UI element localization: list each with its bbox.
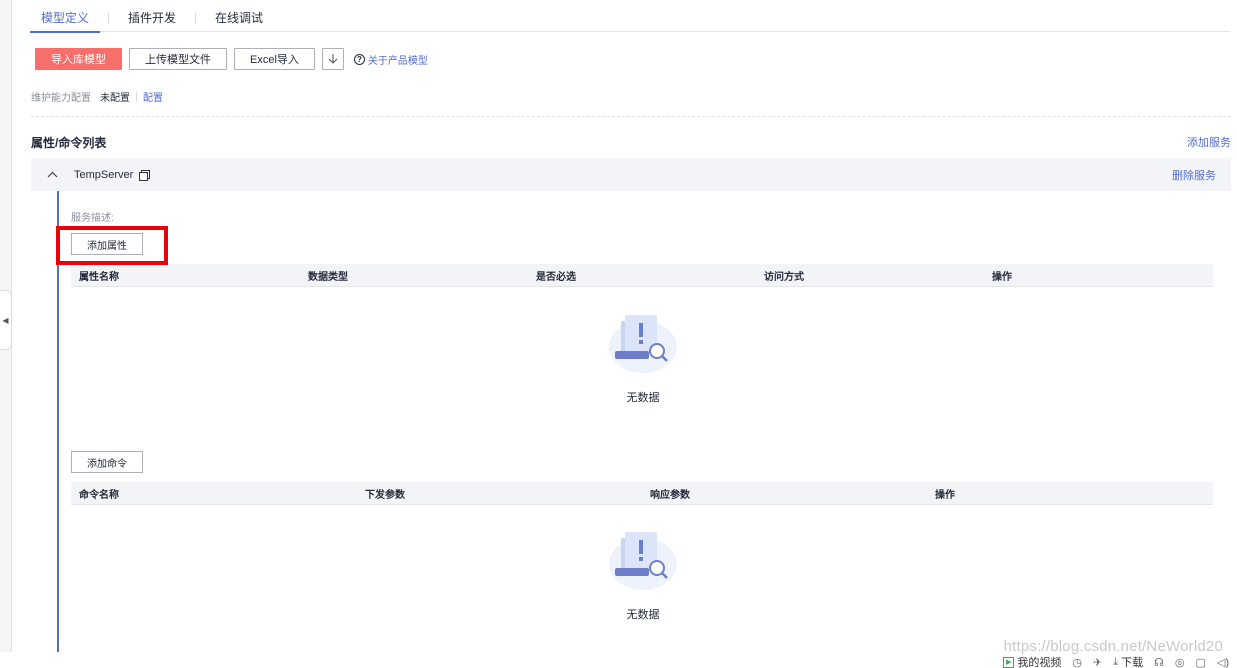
maintain-capability-config: 维护能力配置 未配置 配置 bbox=[31, 89, 163, 104]
toolbar: 导入库模型 上传模型文件 Excel导入 ? 关于产品模型 bbox=[35, 48, 428, 70]
download-button[interactable]: ⤓ 下载 bbox=[1113, 654, 1143, 668]
upload-model-file-button[interactable]: 上传模型文件 bbox=[129, 48, 227, 70]
window-icon[interactable]: ▢ bbox=[1195, 656, 1205, 668]
configure-link[interactable]: 配置 bbox=[143, 89, 163, 104]
help-icon: ? bbox=[353, 53, 365, 65]
highlight-annotation-box bbox=[56, 226, 168, 265]
column-header: 数据类型 bbox=[308, 271, 348, 283]
service-body: 服务描述: 添加属性 属性名称 数据类型 是否必选 访问方式 操作 无数据 添加… bbox=[57, 191, 1231, 668]
delete-service-link[interactable]: 删除服务 bbox=[1172, 167, 1216, 183]
column-header: 是否必选 bbox=[536, 271, 576, 283]
column-header: 响应参数 bbox=[650, 489, 690, 501]
tab-model-definition[interactable]: 模型定义 bbox=[30, 0, 101, 33]
sidebar-toggle[interactable]: ◀ bbox=[0, 290, 12, 350]
command-empty-state: 无数据 bbox=[573, 528, 713, 622]
column-header: 操作 bbox=[935, 489, 955, 501]
dashed-divider bbox=[31, 116, 1231, 117]
service-panel: TempServer 删除服务 服务描述: 添加属性 属性名称 数据类型 是否必… bbox=[31, 158, 1231, 668]
service-header[interactable]: TempServer 删除服务 bbox=[31, 158, 1231, 191]
download-icon: ⤓ bbox=[1113, 655, 1119, 668]
my-video-label: 我的视频 bbox=[1017, 657, 1062, 668]
section-title: 属性/命令列表 bbox=[31, 136, 107, 150]
no-data-text: 无数据 bbox=[626, 392, 660, 404]
column-header: 操作 bbox=[992, 271, 1012, 283]
property-empty-state: 无数据 bbox=[573, 311, 713, 405]
column-header: 下发参数 bbox=[365, 489, 405, 501]
divider bbox=[136, 91, 137, 102]
add-service-link[interactable]: 添加服务 bbox=[1187, 134, 1231, 150]
download-template-button[interactable] bbox=[321, 48, 344, 70]
about-product-model-label: 关于产品模型 bbox=[367, 55, 428, 67]
play-icon: ▶ bbox=[1003, 656, 1015, 668]
download-arrow-icon bbox=[328, 53, 338, 64]
column-header: 属性名称 bbox=[79, 271, 119, 283]
clock-icon[interactable]: ◷ bbox=[1072, 656, 1082, 668]
tab-divider bbox=[195, 11, 197, 24]
tab-plugin-development[interactable]: 插件开发 bbox=[117, 0, 187, 32]
property-table-header: 属性名称 数据类型 是否必选 访问方式 操作 bbox=[71, 264, 1213, 287]
my-video-button[interactable]: ▶ 我的视频 bbox=[1003, 654, 1061, 668]
copy-icon[interactable] bbox=[139, 169, 151, 181]
globe-icon[interactable]: ◎ bbox=[1175, 656, 1185, 668]
speaker-icon[interactable]: ◁) bbox=[1217, 656, 1229, 668]
add-command-button[interactable]: 添加命令 bbox=[71, 451, 143, 473]
no-data-icon bbox=[609, 315, 677, 373]
service-name: TempServer bbox=[74, 168, 134, 181]
column-header: 命令名称 bbox=[79, 489, 119, 501]
watermark: https://blog.csdn.net/NeWorld20 bbox=[1003, 638, 1223, 655]
bottom-toolbar: ▶ 我的视频 ◷ ✈ ⤓ 下载 ☊ ◎ ▢ ◁) bbox=[1003, 654, 1229, 668]
download-label: 下载 bbox=[1121, 657, 1144, 668]
tab-bar: 模型定义 插件开发 在线调试 bbox=[30, 0, 1230, 33]
tab-divider bbox=[108, 11, 110, 24]
chevron-left-icon: ◀ bbox=[2, 315, 9, 325]
no-data-text: 无数据 bbox=[626, 609, 660, 621]
headset-icon[interactable]: ☊ bbox=[1154, 656, 1164, 668]
command-table-header: 命令名称 下发参数 响应参数 操作 bbox=[71, 482, 1213, 505]
page: ◀ 模型定义 插件开发 在线调试 导入库模型 上传模型文件 Excel导入 ? … bbox=[0, 0, 1237, 668]
about-product-model-link[interactable]: ? 关于产品模型 bbox=[353, 52, 428, 67]
no-data-icon bbox=[609, 532, 677, 590]
excel-import-button[interactable]: Excel导入 bbox=[234, 48, 315, 70]
maintain-label: 维护能力配置 bbox=[31, 93, 91, 104]
rocket-icon[interactable]: ✈ bbox=[1093, 656, 1102, 668]
service-description-label: 服务描述: bbox=[71, 213, 114, 224]
chevron-up-icon[interactable] bbox=[47, 169, 61, 181]
import-library-model-button[interactable]: 导入库模型 bbox=[35, 48, 122, 70]
tab-online-debug[interactable]: 在线调试 bbox=[204, 0, 274, 32]
column-header: 访问方式 bbox=[764, 271, 804, 283]
maintain-status: 未配置 bbox=[100, 93, 130, 104]
